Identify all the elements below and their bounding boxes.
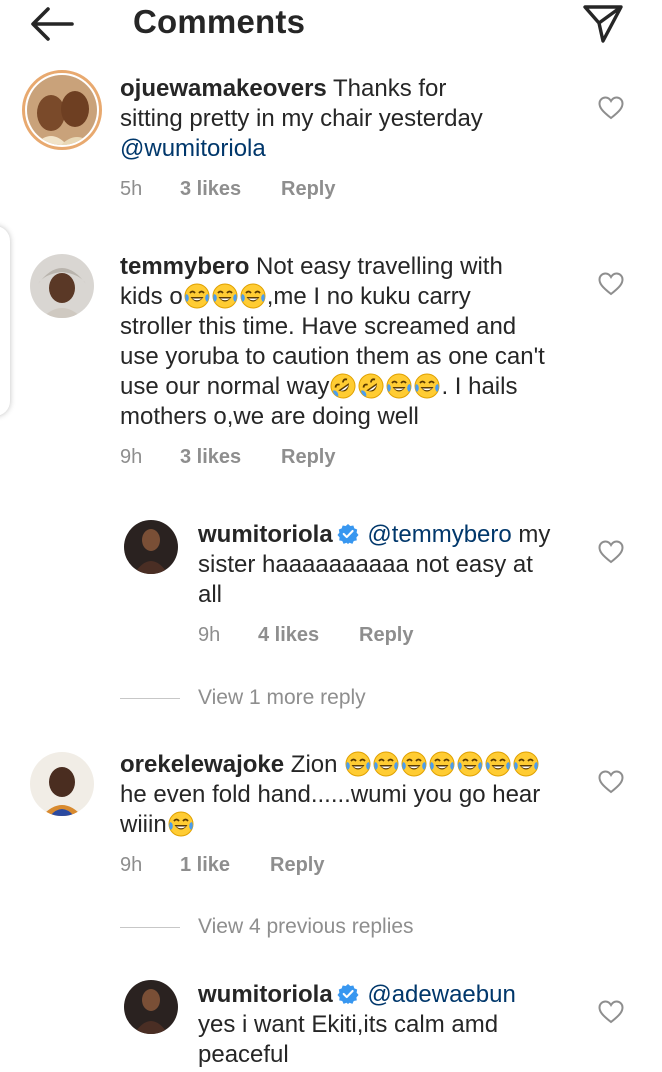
page-title: Comments: [133, 3, 306, 40]
comment-time: 5h: [120, 178, 143, 200]
heart-outline-icon[interactable]: [598, 96, 624, 120]
comment-time: 9h: [198, 624, 221, 646]
comment-text: wumitoriola @adewaebun yes i want Ekiti,…: [198, 980, 598, 1070]
laughing-emoji-icon: [239, 283, 266, 309]
share-button[interactable]: [580, 2, 626, 46]
comment-body: yes i want Ekiti,its calm amd: [198, 1011, 499, 1038]
comment-body: stroller this time. Have screamed and: [120, 313, 517, 340]
heart-outline-icon[interactable]: [598, 272, 624, 296]
laughing-emoji-icon: [373, 751, 400, 777]
comment-text: wumitoriola @temmybero my sister haaaaaa…: [198, 520, 598, 610]
laughing-emoji-icon: [485, 751, 512, 777]
comment-body: Thanks for: [333, 75, 447, 102]
comment-username[interactable]: temmybero: [120, 253, 249, 280]
likes-count[interactable]: 4 likes: [258, 624, 319, 647]
mention-link[interactable]: @temmybero: [367, 521, 511, 548]
comment-username[interactable]: orekelewajoke: [120, 751, 284, 778]
laughing-emoji-icon: [167, 811, 194, 837]
heart-outline-icon[interactable]: [598, 540, 624, 564]
reply-button[interactable]: Reply: [281, 178, 335, 201]
comment-body: mothers o,we are doing well: [120, 403, 419, 430]
comment-body: wiiin: [120, 811, 167, 838]
comment-body: use our normal way: [120, 373, 330, 400]
verified-badge-icon: [336, 523, 359, 545]
comment-body: . I hails: [441, 373, 518, 400]
header-bar: Comments: [0, 0, 662, 48]
view-previous-replies[interactable]: View 4 previous replies: [120, 915, 414, 939]
comment-username[interactable]: ojuewamakeovers: [120, 75, 327, 102]
rofl-emoji-icon: [358, 373, 385, 399]
heart-outline-icon[interactable]: [598, 1000, 624, 1024]
comment-username[interactable]: wumitoriola: [198, 981, 333, 1008]
divider-line: [120, 926, 180, 928]
view-more-label: View 4 previous replies: [198, 915, 414, 938]
divider-line: [120, 697, 180, 699]
comment-body: use yoruba to caution them as one can't: [120, 343, 545, 370]
comment-time: 9h: [120, 446, 143, 468]
comment-username[interactable]: wumitoriola: [198, 521, 333, 548]
avatar[interactable]: [124, 520, 178, 574]
mention-link[interactable]: @wumitoriola: [120, 135, 266, 162]
view-more-replies[interactable]: View 1 more reply: [120, 686, 366, 710]
arrow-left-icon: [31, 7, 74, 41]
comment-text: ojuewamakeovers Thanks for sitting prett…: [120, 74, 620, 164]
comment-body: sister haaaaaaaaaa not easy at: [198, 551, 533, 578]
rofl-emoji-icon: [330, 373, 357, 399]
likes-count[interactable]: 1 like: [180, 854, 230, 877]
comment-body: sitting pretty in my chair yesterday: [120, 105, 483, 132]
comment-body: peaceful: [198, 1041, 289, 1068]
mention-link[interactable]: @adewaebun: [367, 981, 515, 1008]
comment-body: Zion: [290, 751, 338, 778]
paper-plane-icon: [583, 5, 623, 43]
avatar[interactable]: [30, 254, 94, 318]
reply-button[interactable]: Reply: [270, 854, 324, 877]
laughing-emoji-icon: [429, 751, 456, 777]
laughing-emoji-icon: [414, 373, 441, 399]
avatar[interactable]: [22, 70, 102, 150]
laughing-emoji-icon: [211, 283, 238, 309]
laughing-emoji-icon: [345, 751, 372, 777]
avatar[interactable]: [30, 752, 94, 816]
comment-body: all: [198, 581, 223, 608]
view-more-label: View 1 more reply: [198, 686, 366, 709]
comment-body: ,me I no kuku carry: [266, 283, 471, 310]
laughing-emoji-icon: [386, 373, 413, 399]
comment-body: he even fold hand......wumi you go hear: [120, 781, 541, 808]
comment-body: Not easy travelling with: [256, 253, 503, 280]
comment-body: kids o: [120, 283, 183, 310]
back-button[interactable]: [28, 4, 76, 44]
avatar[interactable]: [124, 980, 178, 1034]
laughing-emoji-icon: [401, 751, 428, 777]
comment-time: 9h: [120, 854, 143, 876]
reply-button[interactable]: Reply: [281, 446, 335, 469]
comment-body: my: [518, 521, 551, 548]
reply-button[interactable]: Reply: [359, 624, 413, 647]
likes-count[interactable]: 3 likes: [180, 178, 241, 201]
likes-count[interactable]: 3 likes: [180, 446, 241, 469]
comment-text: orekelewajoke Zion he even fold hand....…: [120, 750, 600, 840]
heart-outline-icon[interactable]: [598, 770, 624, 794]
laughing-emoji-icon: [513, 751, 540, 777]
comment-text: temmybero Not easy travelling with kids …: [120, 252, 600, 432]
laughing-emoji-icon: [183, 283, 210, 309]
verified-badge-icon: [336, 983, 359, 1005]
laughing-emoji-icon: [457, 751, 484, 777]
side-card-edge: [0, 226, 10, 416]
